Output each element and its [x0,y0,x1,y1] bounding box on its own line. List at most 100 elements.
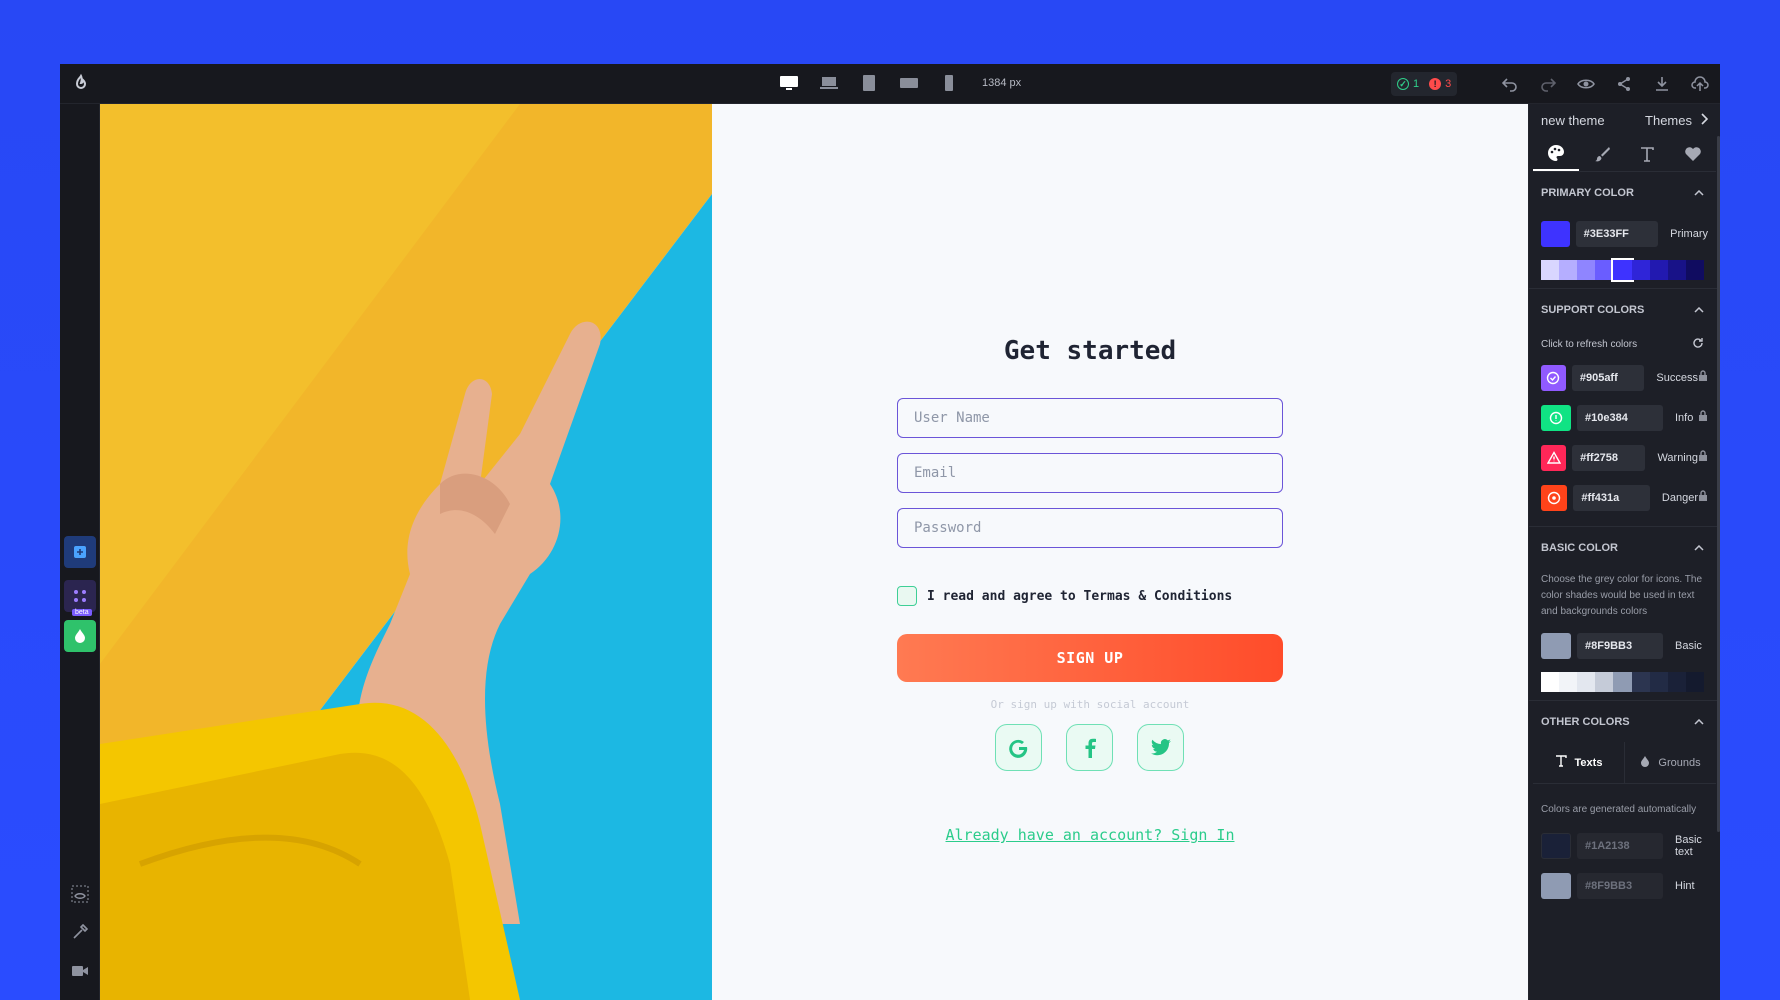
upload-icon[interactable] [1688,72,1712,96]
tablet-landscape-icon[interactable] [898,72,920,94]
lock-icon[interactable] [1698,489,1708,507]
hint-label: Hint [1675,880,1695,892]
checks-ok-count: 1 [1413,78,1420,90]
docs-book-icon[interactable] [64,994,96,1000]
inspect-icon[interactable] [64,878,96,910]
terms-row: I read and agree to Termas & Conditions [897,586,1232,606]
success-check-icon[interactable] [1541,365,1566,391]
chevron-up-icon[interactable] [1694,304,1704,316]
heart-icon[interactable] [1670,136,1716,171]
undo-icon[interactable] [1498,72,1522,96]
chevron-up-icon[interactable] [1694,542,1704,554]
danger-icon[interactable] [1541,485,1568,511]
tablet-icon[interactable] [858,72,880,94]
color-shade[interactable] [1613,672,1632,692]
primary-hex-input[interactable]: #3E33FF [1575,221,1659,247]
components-icon[interactable] [64,536,96,568]
brush-icon[interactable] [1579,136,1625,171]
danger-hex-input[interactable]: #ff431a [1573,485,1650,511]
checks-ok: ✓ 1 [1397,78,1419,90]
chevron-up-icon[interactable] [1694,187,1704,199]
terms-checkbox[interactable] [897,586,917,606]
themes-link[interactable]: Themes [1645,112,1709,128]
color-shade[interactable] [1541,672,1560,692]
basic-text-swatch[interactable] [1541,833,1571,859]
basic-hex-input[interactable]: #8F9BB3 [1577,633,1663,659]
username-input[interactable] [897,398,1283,438]
color-shade[interactable] [1611,258,1634,282]
color-shade[interactable] [1595,672,1614,692]
picker-icon[interactable] [64,916,96,948]
success-hex-input[interactable]: #905aff [1571,365,1645,391]
color-shade[interactable] [1667,672,1686,692]
info-icon[interactable] [1541,405,1571,431]
refresh-icon[interactable] [1692,337,1704,352]
mobile-icon[interactable] [938,72,960,94]
laptop-icon[interactable] [818,72,840,94]
support-colors-header[interactable]: SUPPORT COLORS [1529,288,1720,330]
refresh-colors-row[interactable]: Click to refresh colors [1529,330,1720,358]
info-hex-input[interactable]: #10e384 [1577,405,1663,431]
panel-scrollbar[interactable] [1717,136,1720,832]
signin-link[interactable]: Already have an account? Sign In [897,826,1283,844]
primary-color-header[interactable]: PRIMARY COLOR [1529,172,1720,214]
share-icon[interactable] [1612,72,1636,96]
email-input[interactable] [897,453,1283,493]
layout-beta-icon[interactable]: beta [64,580,96,616]
download-icon[interactable] [1650,72,1674,96]
color-shade[interactable] [1559,672,1578,692]
color-shade[interactable] [1649,672,1668,692]
lock-icon[interactable] [1698,409,1708,427]
color-shade[interactable] [1559,260,1578,280]
support-color-row: #10e384 Info [1529,398,1720,438]
google-icon[interactable] [995,724,1042,771]
twitter-icon[interactable] [1137,724,1184,771]
other-colors-header[interactable]: OTHER COLORS [1529,700,1720,742]
color-shade[interactable] [1631,260,1650,280]
hint-swatch[interactable] [1541,873,1571,899]
redo-icon[interactable] [1536,72,1560,96]
other-colors-note: Colors are generated automatically [1541,804,1697,815]
palette-icon[interactable] [1533,136,1579,171]
video-icon[interactable] [64,955,96,987]
typography-icon[interactable] [1625,136,1671,171]
color-shade[interactable] [1685,260,1704,280]
color-shade[interactable] [1685,672,1704,692]
tab-grounds[interactable]: Grounds [1625,742,1716,783]
signup-section: Get started I read and agree to Termas &… [712,104,1528,1000]
desktop-icon[interactable] [778,72,800,94]
tab-texts[interactable]: Texts [1533,742,1625,783]
password-input[interactable] [897,508,1283,548]
toolbar-actions [1498,72,1712,96]
error-icon: ! [1429,78,1442,90]
page-title: Get started [1003,336,1177,366]
color-shade[interactable] [1577,672,1596,692]
color-shade[interactable] [1541,260,1560,280]
text-icon [1555,755,1567,770]
preview-icon[interactable] [1574,72,1598,96]
chevron-right-icon [1700,112,1709,128]
theme-panel: new theme Themes PRIMARY COLOR #3E33FF P… [1528,104,1720,1000]
chevron-up-icon[interactable] [1694,716,1704,728]
warning-hex-input[interactable]: #ff2758 [1572,445,1646,471]
facebook-icon[interactable] [1066,724,1113,771]
color-shade[interactable] [1631,672,1650,692]
primary-shade-bar[interactable] [1541,258,1704,282]
themes-label: Themes [1645,112,1692,128]
basic-color-header[interactable]: BASIC COLOR [1529,526,1720,568]
theme-drop-icon[interactable] [64,620,96,652]
warning-triangle-icon[interactable] [1541,445,1567,471]
lock-icon[interactable] [1698,449,1708,467]
lock-icon[interactable] [1698,369,1708,387]
basic-shade-bar[interactable] [1541,672,1704,692]
color-shade[interactable] [1667,260,1686,280]
color-shade[interactable] [1577,260,1596,280]
primary-swatch[interactable] [1541,221,1570,247]
basic-swatch[interactable] [1541,633,1571,659]
validation-status[interactable]: ✓ 1 ! 3 [1391,72,1458,96]
color-shade[interactable] [1649,260,1668,280]
primary-color-row: #3E33FF Primary [1529,214,1720,254]
color-shade[interactable] [1595,260,1614,280]
signup-button[interactable]: SIGN UP [897,634,1283,682]
builder-logo-icon[interactable] [70,73,92,95]
